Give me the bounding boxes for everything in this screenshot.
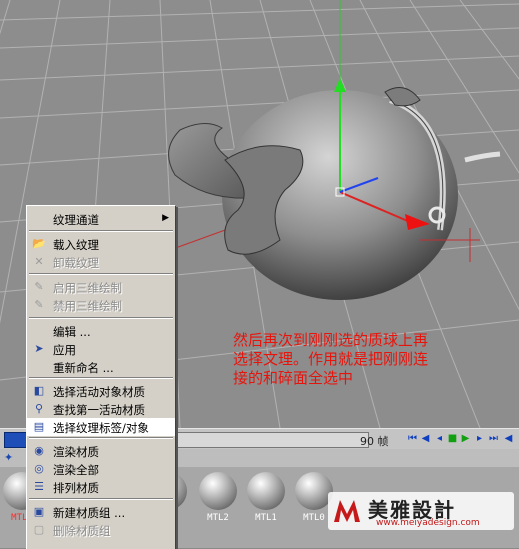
apply-icon: ➤ <box>34 342 44 355</box>
menu-separator <box>29 230 173 232</box>
delete-group-icon: ▢ <box>33 523 45 536</box>
annotation-line-3: 接的和碎面全选中 <box>233 369 354 387</box>
menu-separator <box>29 498 173 500</box>
play-back-icon[interactable]: ◂ <box>434 433 445 444</box>
menu-item: ✕ 卸载纹理 <box>27 253 175 271</box>
find-material-icon: ⚲ <box>34 402 44 415</box>
menu-item[interactable]: 重新命名 ... <box>27 358 175 376</box>
material-swatch[interactable]: MTL1 <box>244 470 288 526</box>
menu-item-label: 渲染材质 <box>53 445 99 459</box>
red-annotation-text: 然后再次到刚刚选的质球上再 选择文理。作用就是把刚刚连 接的和碎面全选中 <box>233 331 513 388</box>
menu-item-label: 新建材质组 ... <box>53 506 126 520</box>
watermark-logo: 美雅設計 www.meiyadesign.com <box>328 492 514 530</box>
annotation-line-2: 选择文理。作用就是把刚刚连 <box>233 350 429 368</box>
menu-separator <box>29 317 173 319</box>
menu-item-label: 选择纹理标签/对象 <box>53 421 149 435</box>
watermark-url: www.meiyadesign.com <box>376 518 480 528</box>
menu-item[interactable]: ◎ 渲染全部 <box>27 460 175 478</box>
menu-item-label: 启用三维绘制 <box>53 281 122 295</box>
menu-separator <box>29 437 173 439</box>
menu-item[interactable]: ▤ 选择纹理标签/对象 <box>27 418 175 436</box>
menu-item-label: 删除材质组 <box>53 524 111 538</box>
go-to-start-icon[interactable]: ⏮ <box>407 433 418 444</box>
material-manager-icon[interactable]: ✦ <box>4 451 18 465</box>
menu-item-label: 载入纹理 <box>53 238 99 252</box>
material-name: MTL1 <box>255 513 277 523</box>
loop-icon[interactable]: ◀ <box>503 433 514 444</box>
menu-item[interactable]: 编辑 ... <box>27 322 175 340</box>
play-icon[interactable]: ▶ <box>460 433 471 444</box>
enable-3d-paint-icon: ✎ <box>34 280 44 293</box>
menu-item[interactable]: ▣ 新建材质组 ... <box>27 503 175 521</box>
meiya-logo-icon <box>334 500 360 522</box>
sort-materials-icon: ☰ <box>34 480 44 493</box>
menu-item: ✎ 禁用三维绘制 <box>27 296 175 314</box>
select-active-material-icon: ◧ <box>33 384 45 397</box>
submenu-arrow-icon: ▶ <box>162 213 169 223</box>
menu-item-label: 查找第一活动材质 <box>53 403 145 417</box>
disable-3d-paint-icon: ✎ <box>34 298 44 311</box>
material-preview-sphere <box>199 472 237 510</box>
menu-item-label: 应用 <box>53 343 76 357</box>
step-forward-icon[interactable]: ▸ <box>474 433 485 444</box>
step-back-icon[interactable]: ◀ <box>420 433 431 444</box>
menu-item: ✎ 启用三维绘制 <box>27 278 175 296</box>
context-menu: 纹理通道 ▶ 📂 载入纹理 ✕ 卸载纹理 ✎ 启用三维绘制 ✎ 禁用三维绘制 编辑 ... ➤ 应用重新… <box>26 205 176 549</box>
menu-separator <box>29 273 173 275</box>
render-material-icon: ◉ <box>34 444 44 457</box>
menu-item[interactable]: 纹理通道 ▶ <box>27 210 175 228</box>
new-group-icon: ▣ <box>33 505 45 518</box>
menu-separator <box>29 377 173 379</box>
record-icon[interactable]: ■ <box>447 433 458 444</box>
frame-count: 90 帧 <box>360 435 389 448</box>
menu-item-label: 卸载纹理 <box>53 256 99 270</box>
annotation-line-1: 然后再次到刚刚选的质球上再 <box>233 331 429 349</box>
menu-item-label: 禁用三维绘制 <box>53 299 122 313</box>
menu-item[interactable]: ⚲ 查找第一活动材质 <box>27 400 175 418</box>
menu-item[interactable]: ◧ 选择活动对象材质 <box>27 382 175 400</box>
menu-item-label: 编辑 ... <box>53 325 91 339</box>
select-texture-tag-icon: ▤ <box>33 420 45 433</box>
render-all-icon: ◎ <box>34 462 44 475</box>
material-swatch[interactable]: MTL2 <box>196 470 240 526</box>
load-texture-icon: 📂 <box>32 237 46 250</box>
menu-item: ▢ 删除材质组 <box>27 521 175 539</box>
material-name: MTL2 <box>207 513 229 523</box>
menu-item[interactable]: 📂 载入纹理 <box>27 235 175 253</box>
menu-item[interactable]: ☰ 排列材质 <box>27 478 175 496</box>
menu-item-label: 纹理通道 <box>53 213 99 227</box>
go-to-end-icon[interactable]: ⏭ <box>488 433 499 444</box>
material-preview-sphere <box>247 472 285 510</box>
menu-item[interactable]: ➤ 应用 <box>27 340 175 358</box>
menu-item-label: 选择活动对象材质 <box>53 385 145 399</box>
menu-item-label: 排列材质 <box>53 481 99 495</box>
menu-item-label: 重新命名 ... <box>53 361 114 375</box>
menu-item-label: 渲染全部 <box>53 463 99 477</box>
unload-texture-icon: ✕ <box>34 255 44 268</box>
menu-item[interactable]: ◉ 渲染材质 <box>27 442 175 460</box>
